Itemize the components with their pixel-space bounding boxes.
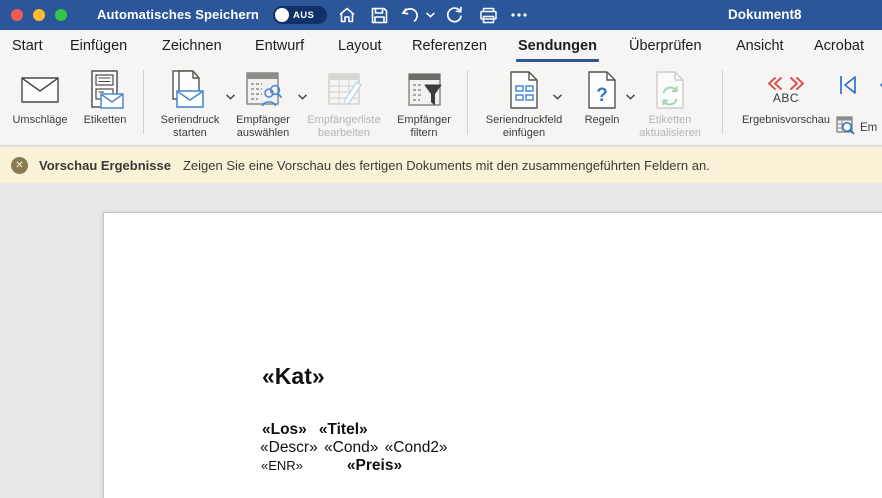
edit-recipient-list-icon <box>292 65 396 114</box>
tab-layout[interactable]: Layout <box>336 30 384 62</box>
ergebnisvorschau-label: Ergebnisvorschau <box>727 114 845 127</box>
start-mail-merge-icon <box>148 65 232 114</box>
tab-zeichnen[interactable]: Zeichnen <box>160 30 224 62</box>
document-title: Dokument8 <box>728 7 802 22</box>
merge-field-enr[interactable]: «ENR» <box>261 458 303 473</box>
update-labels-icon <box>624 65 716 114</box>
ribbon-tabbar: Start Einfügen Zeichnen Entwurf Layout R… <box>0 30 882 62</box>
empfaenger-filtern-button[interactable]: Empfänger filtern <box>386 65 462 143</box>
seriendruck-starten-label: Seriendruck starten <box>148 114 232 139</box>
document-page[interactable]: «Kat» «Los» «Titel» «Descr» «Cond» «Cond2… <box>103 212 882 498</box>
save-icon[interactable] <box>368 4 390 26</box>
etiketten-aktualisieren-button: Etiketten aktualisieren <box>624 65 716 143</box>
umschlaege-button[interactable]: Umschläge <box>6 65 74 143</box>
find-recipient-icon <box>836 116 855 140</box>
home-icon[interactable] <box>336 4 358 26</box>
merge-field-cond[interactable]: «Cond» <box>324 439 378 456</box>
empfaenger-suchen-button[interactable]: Em <box>836 116 877 140</box>
tab-sendungen[interactable]: Sendungen <box>516 30 599 62</box>
rules-icon: ? <box>572 65 632 114</box>
merge-field-titel[interactable]: «Titel» <box>319 421 368 438</box>
preview-results-infobar: ✕ Vorschau Ergebnisse Zeigen Sie eine Vo… <box>0 147 882 183</box>
tab-einfuegen[interactable]: Einfügen <box>68 30 129 62</box>
undo-icon[interactable] <box>400 4 422 26</box>
infobar-description: Zeigen Sie eine Vorschau des fertigen Do… <box>183 158 710 173</box>
tab-referenzen[interactable]: Referenzen <box>410 30 489 62</box>
filter-recipients-icon <box>386 65 462 114</box>
close-x-icon[interactable]: ✕ <box>11 157 28 174</box>
preview-abc-label: ABC <box>773 92 799 104</box>
first-record-icon[interactable] <box>838 74 858 96</box>
merge-field-line-descr[interactable]: «Descr» «Cond» «Cond2» <box>260 439 448 457</box>
merge-field-line-los-titel[interactable]: «Los» «Titel» <box>262 421 368 439</box>
preview-results-icon: ABC <box>766 76 806 104</box>
autosave-label: Automatisches Speichern <box>97 7 259 22</box>
document-area[interactable]: «Kat» «Los» «Titel» «Descr» «Cond» «Cond2… <box>0 183 882 498</box>
tab-acrobat[interactable]: Acrobat <box>812 30 866 62</box>
etiketten-label: Etiketten <box>72 114 138 127</box>
merge-field-descr[interactable]: «Descr» <box>260 439 318 456</box>
tab-start[interactable]: Start <box>10 30 45 62</box>
redo-icon[interactable] <box>443 4 465 26</box>
etiketten-button[interactable]: Etiketten <box>72 65 138 143</box>
empfaengerliste-bearbeiten-button: Empfängerliste bearbeiten <box>292 65 396 143</box>
tab-ansicht[interactable]: Ansicht <box>734 30 786 62</box>
toggle-knob-icon <box>275 8 289 22</box>
merge-field-los[interactable]: «Los» <box>262 421 307 438</box>
tab-ueberpruefen[interactable]: Überprüfen <box>627 30 704 62</box>
regeln-button[interactable]: ? Regeln <box>572 65 632 143</box>
titlebar: Automatisches Speichern AUS Dokument8 <box>0 0 882 30</box>
merge-field-kat[interactable]: «Kat» <box>262 363 325 390</box>
ribbon-sendungen: Umschläge Etiketten <box>0 62 882 146</box>
merge-field-line-enr-preis[interactable]: «ENR» «Preis» <box>261 457 402 475</box>
merge-field-cond2[interactable]: «Cond2» <box>385 439 448 456</box>
zoom-window-button[interactable] <box>55 9 67 21</box>
merge-field-preis[interactable]: «Preis» <box>347 457 402 474</box>
envelope-icon <box>6 65 74 114</box>
regeln-label: Regeln <box>572 114 632 127</box>
previous-record-icon[interactable] <box>874 74 882 96</box>
umschlaege-label: Umschläge <box>6 114 74 127</box>
infobar-title: Vorschau Ergebnisse <box>39 158 171 173</box>
minimize-window-button[interactable] <box>33 9 45 21</box>
svg-text:?: ? <box>596 85 608 106</box>
seriendruckfeld-einfuegen-button[interactable]: Seriendruckfeld einfügen <box>472 65 576 143</box>
etiketten-aktualisieren-label: Etiketten aktualisieren <box>624 114 716 139</box>
labels-icon <box>72 65 138 114</box>
autosave-state-label: AUS <box>293 10 314 21</box>
insert-merge-field-icon <box>472 65 576 114</box>
seriendruckfeld-einfuegen-label: Seriendruckfeld einfügen <box>472 114 576 139</box>
empfaenger-filtern-label: Empfänger filtern <box>386 114 462 139</box>
chevron-down-icon <box>553 87 562 105</box>
seriendruck-starten-button[interactable]: Seriendruck starten <box>148 65 232 143</box>
empfaengerliste-bearbeiten-label: Empfängerliste bearbeiten <box>292 114 396 139</box>
group-separator <box>467 70 468 134</box>
ergebnisvorschau-button[interactable]: ABC Ergebnisvorschau <box>727 65 845 143</box>
close-window-button[interactable] <box>11 9 23 21</box>
undo-menu-chevron-icon[interactable] <box>424 4 436 26</box>
word-window: Automatisches Speichern AUS Dokument8 St <box>0 0 882 498</box>
more-options-icon[interactable] <box>508 4 530 26</box>
print-icon[interactable] <box>477 4 499 26</box>
tab-entwurf[interactable]: Entwurf <box>253 30 306 62</box>
group-separator <box>722 70 723 134</box>
autosave-toggle[interactable]: AUS <box>273 6 327 24</box>
group-separator <box>143 70 144 134</box>
empfaenger-suchen-label: Em <box>860 122 877 134</box>
